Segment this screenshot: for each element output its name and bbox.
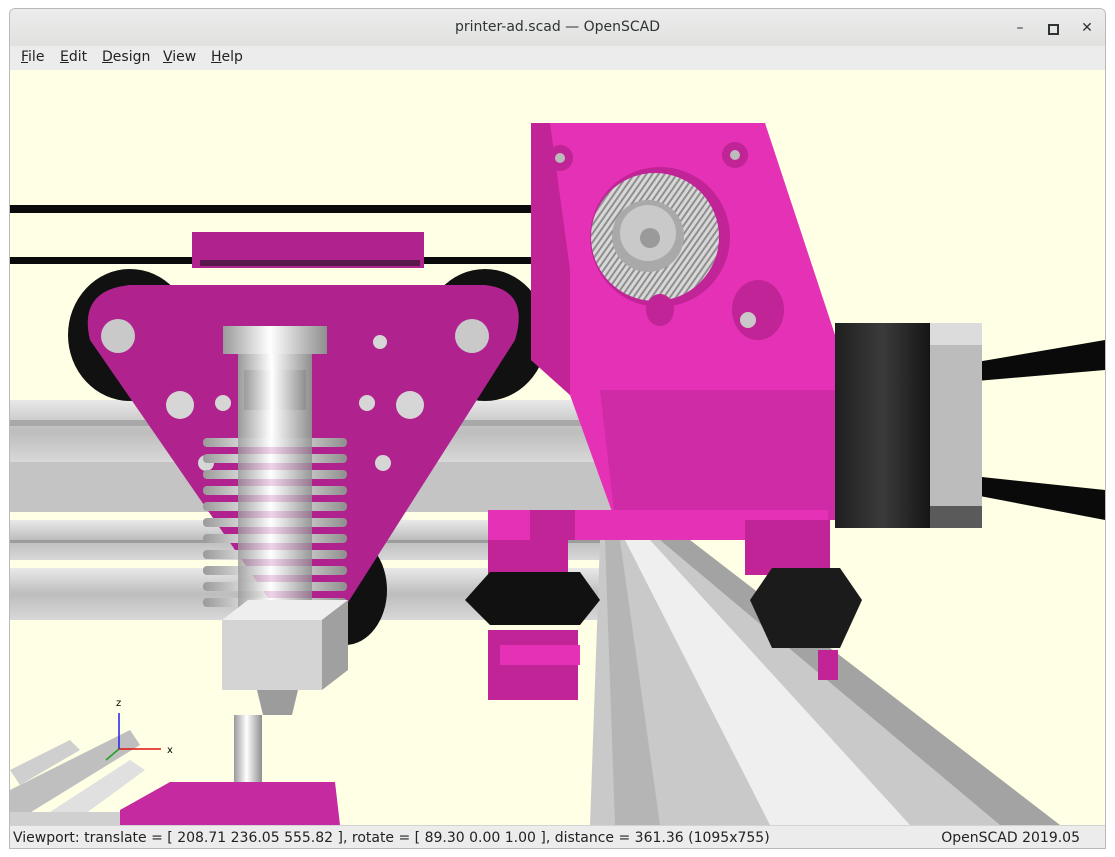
menu-view[interactable]: View: [163, 46, 196, 69]
axis-label-z: z: [116, 698, 121, 709]
status-bar: Viewport: translate = [ 208.71 236.05 55…: [10, 825, 1105, 848]
axis-label-x: x: [167, 745, 173, 756]
stepper-motor: [835, 323, 982, 528]
app-window: printer-ad.scad — OpenSCAD – ✕ File Edit…: [9, 8, 1106, 849]
maximize-icon[interactable]: [1041, 16, 1065, 40]
title-bar[interactable]: printer-ad.scad — OpenSCAD – ✕: [10, 9, 1105, 47]
minimize-icon[interactable]: –: [1008, 16, 1032, 40]
3d-viewport[interactable]: z x: [10, 70, 1105, 825]
close-icon[interactable]: ✕: [1075, 16, 1099, 40]
viewport-status: Viewport: translate = [ 208.71 236.05 55…: [13, 830, 770, 846]
version-label: OpenSCAD 2019.05: [941, 830, 1080, 846]
window-title: printer-ad.scad — OpenSCAD: [454, 19, 661, 35]
menu-design[interactable]: Design: [102, 46, 150, 69]
menu-bar: File Edit Design View Help: [10, 46, 1105, 71]
menu-file[interactable]: File: [21, 46, 44, 69]
menu-help[interactable]: Help: [211, 46, 243, 69]
model-render[interactable]: z x: [10, 70, 1105, 825]
menu-edit[interactable]: Edit: [60, 46, 87, 69]
bottom-bracket: [120, 782, 340, 825]
